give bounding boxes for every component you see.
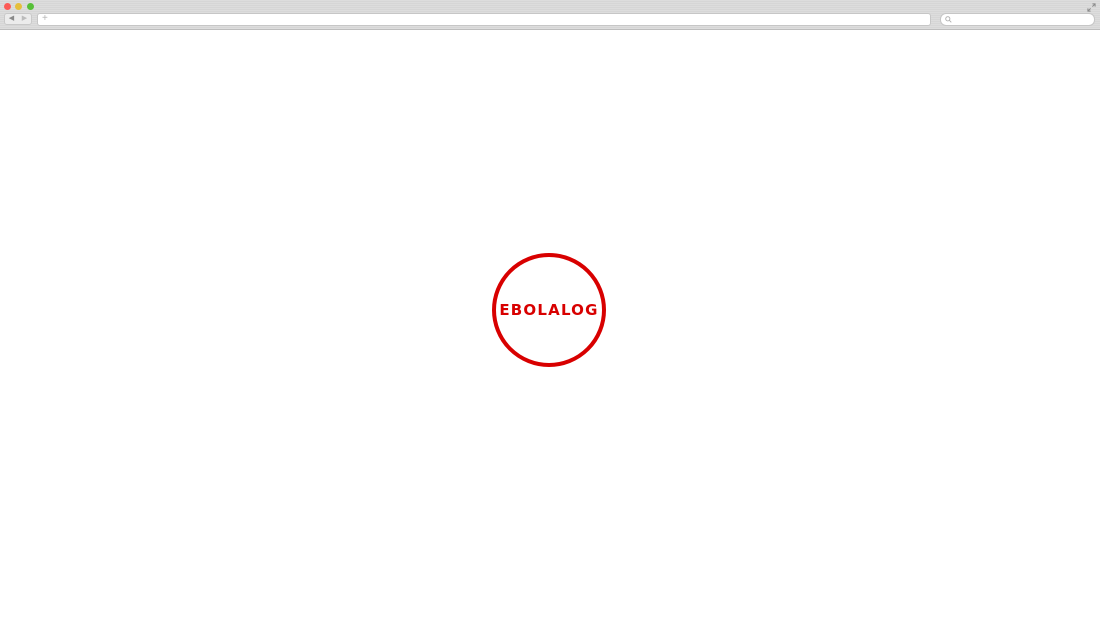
back-button[interactable]: ◀ <box>5 14 18 24</box>
logo-text: EBOLALOG <box>499 301 599 319</box>
search-input[interactable] <box>940 13 1095 26</box>
plus-icon[interactable]: + <box>42 13 48 25</box>
browser-toolbar: ◀ ▶ + <box>0 0 1100 30</box>
search-icon <box>945 16 952 23</box>
maximize-window-button[interactable] <box>27 3 34 10</box>
address-bar[interactable]: + <box>37 13 931 26</box>
close-window-button[interactable] <box>4 3 11 10</box>
minimize-window-button[interactable] <box>15 3 22 10</box>
page-content: EBOLALOG <box>0 31 1100 619</box>
navigation-buttons: ◀ ▶ <box>4 13 32 25</box>
site-logo: EBOLALOG <box>492 253 606 367</box>
fullscreen-icon[interactable] <box>1087 3 1096 12</box>
forward-button[interactable]: ▶ <box>18 14 31 24</box>
